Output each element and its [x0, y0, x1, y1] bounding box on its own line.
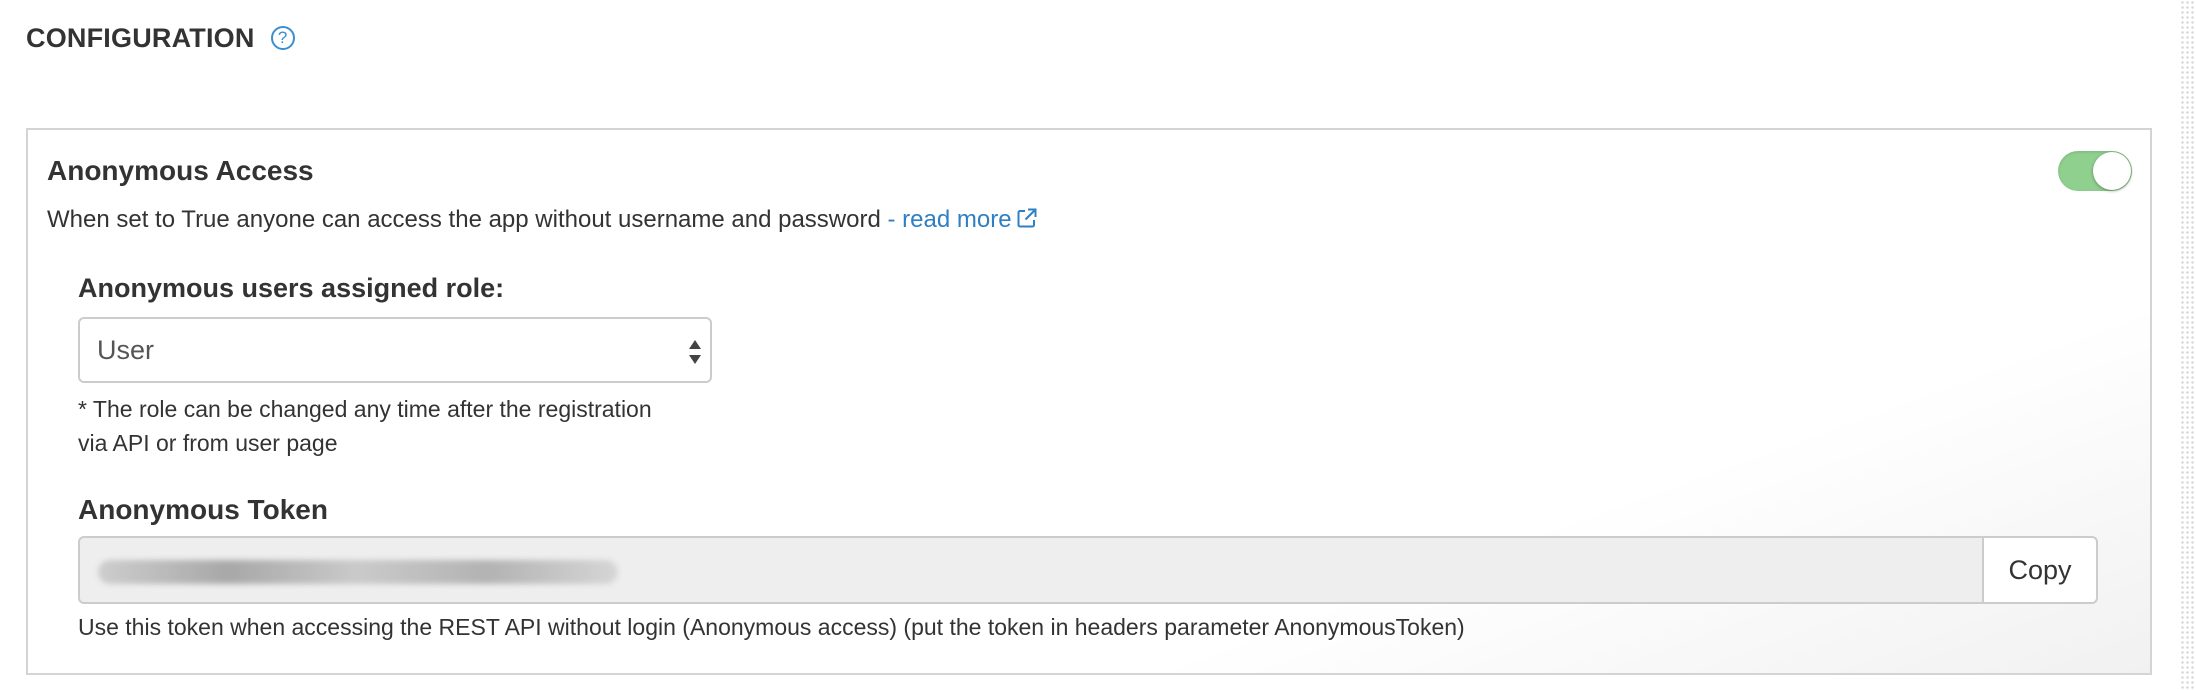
toggle-knob — [2093, 152, 2131, 190]
role-select[interactable]: User — [78, 317, 712, 383]
token-label: Anonymous Token — [78, 494, 328, 525]
anonymous-access-description: When set to True anyone can access the a… — [47, 206, 1038, 234]
token-input-group: Copy — [78, 536, 2098, 604]
role-hint: * The role can be changed any time after… — [78, 392, 758, 460]
token-value-redacted — [98, 560, 618, 584]
anonymous-access-title: Anonymous Access — [47, 155, 314, 186]
read-more-label[interactable]: - read more — [888, 206, 1012, 233]
role-hint-line-1: * The role can be changed any time after… — [78, 396, 652, 422]
page-title: CONFIGURATION — [26, 22, 255, 53]
external-link-icon[interactable] — [1016, 207, 1038, 229]
page-edge-pattern — [2180, 0, 2196, 690]
role-hint-line-2: via API or from user page — [78, 430, 338, 456]
anonymous-access-toggle[interactable] — [2058, 151, 2132, 191]
role-select-value[interactable]: User — [97, 335, 154, 366]
token-hint: Use this token when accessing the REST A… — [78, 614, 1465, 640]
select-arrows-icon — [689, 340, 701, 364]
page-header: CONFIGURATION ? — [26, 20, 295, 56]
help-circle-icon[interactable]: ? — [270, 26, 295, 50]
token-input[interactable] — [78, 536, 1982, 604]
copy-token-button[interactable]: Copy — [1982, 536, 2098, 604]
role-label: Anonymous users assigned role: — [78, 273, 505, 303]
anonymous-access-panel: Anonymous Access When set to True anyone… — [26, 128, 2152, 675]
read-more-link[interactable]: - read more — [888, 206, 1038, 233]
description-text: When set to True anyone can access the a… — [47, 206, 881, 233]
